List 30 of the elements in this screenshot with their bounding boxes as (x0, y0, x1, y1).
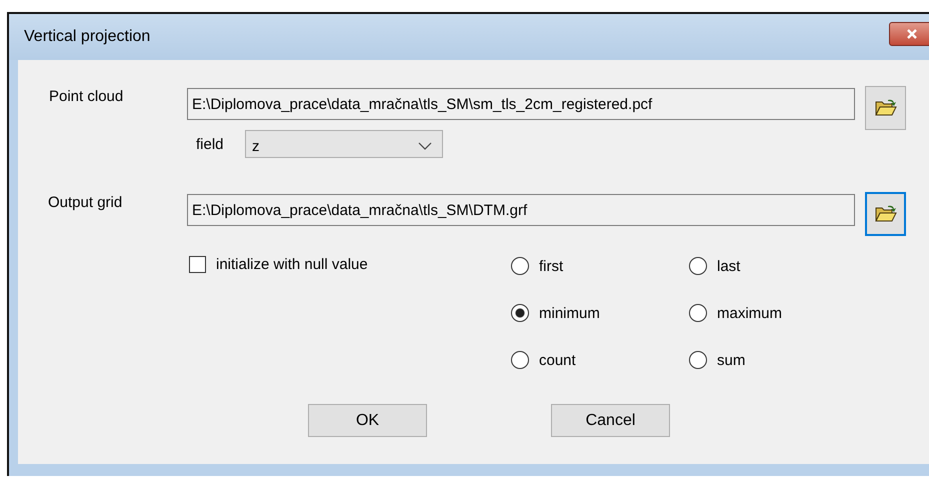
folder-icon (874, 205, 896, 223)
radio-option[interactable]: last (689, 256, 869, 276)
field-label: Point cloud (49, 87, 124, 107)
field-label: Output grid (48, 193, 124, 213)
radio-button[interactable] (689, 351, 707, 369)
radio-button[interactable] (689, 257, 707, 275)
window-title: Vertical projection (24, 28, 150, 46)
radio-option[interactable]: count (511, 350, 689, 370)
checkbox-row[interactable]: initialize with null value (189, 254, 511, 274)
radio-option[interactable]: maximum (689, 303, 869, 323)
radio-button[interactable] (689, 304, 707, 322)
close-button[interactable] (889, 22, 929, 46)
browse-button[interactable] (865, 86, 906, 130)
radio-button[interactable] (511, 304, 529, 322)
radio-button[interactable] (511, 351, 529, 369)
dialog-button[interactable]: OK (308, 404, 427, 437)
radio-option[interactable]: first (511, 256, 689, 276)
dropdown[interactable]: z (245, 130, 443, 158)
radio-option[interactable]: minimum (511, 303, 689, 323)
radio-button[interactable] (511, 257, 529, 275)
browse-button[interactable] (865, 192, 906, 236)
close-icon (905, 29, 919, 39)
dialog-button[interactable]: Cancel (551, 404, 670, 437)
field-label: field (196, 136, 225, 153)
checkbox[interactable] (189, 256, 206, 272)
input-field[interactable]: E:\Diplomova_prace\data_mračna\tls_SM\DTM.grf (187, 194, 855, 226)
chevron-icon (418, 142, 432, 150)
folder-icon (874, 99, 896, 117)
input-field[interactable]: E:\Diplomova_prace\data_mračna\tls_SM\sm_tls_2cm_registered.pcf (187, 88, 855, 120)
radio-option[interactable]: sum (689, 350, 869, 370)
